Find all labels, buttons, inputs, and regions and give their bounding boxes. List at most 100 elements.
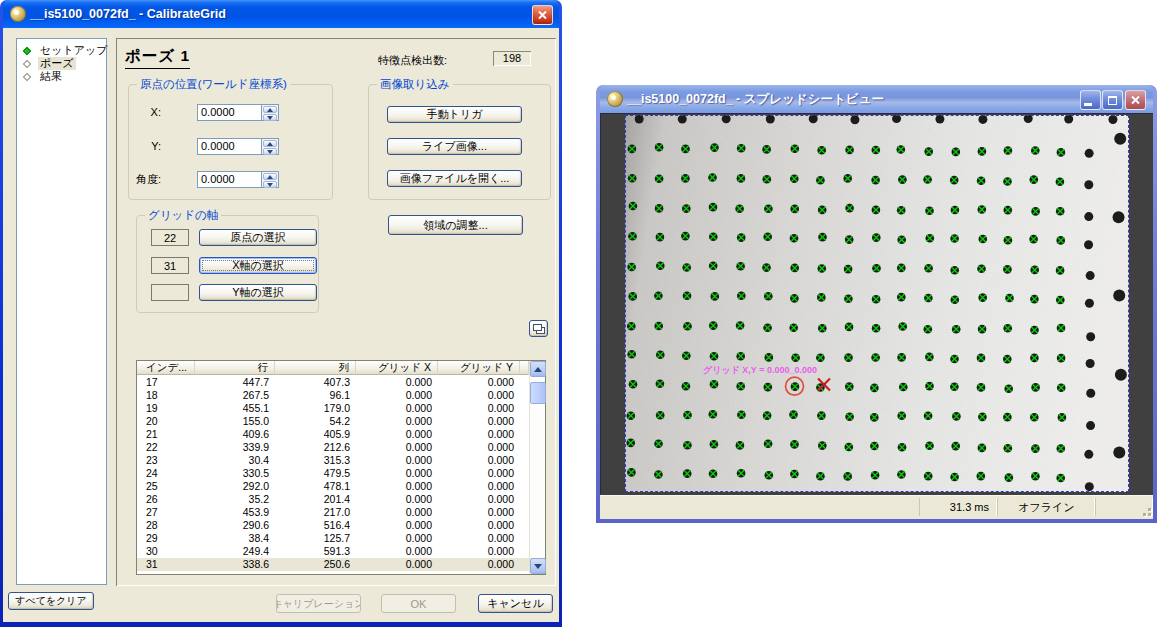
- cell: 0.000: [356, 493, 438, 506]
- cell: 405.9: [275, 428, 356, 441]
- tree-item-0[interactable]: セットアップ: [17, 44, 106, 57]
- table-row-29[interactable]: 2938.4125.70.0000.000: [137, 532, 529, 545]
- origin-field-input-0[interactable]: 0.0000: [197, 104, 262, 121]
- cell: 125.7: [275, 532, 356, 545]
- close-button[interactable]: [532, 5, 553, 25]
- table-row-20[interactable]: 20155.054.20.0000.000: [137, 415, 529, 428]
- minimize-button[interactable]: [1080, 90, 1101, 110]
- select-origin-button[interactable]: 原点の選択: [199, 229, 317, 246]
- open-image-file-button[interactable]: 画像ファイルを開く...: [387, 170, 522, 187]
- table-row-23[interactable]: 2330.4315.30.0000.000: [137, 454, 529, 467]
- cell: 478.1: [275, 480, 356, 493]
- spin-up-icon[interactable]: [263, 106, 277, 113]
- cell: 30: [137, 545, 195, 558]
- image-view-area[interactable]: グリッド X,Y = 0.000_0.000 31.3 ms オフライン: [600, 113, 1153, 519]
- origin-field-label-2: 角度:: [132, 171, 161, 188]
- table-scrollbar[interactable]: [529, 361, 545, 574]
- cancel-button[interactable]: キャンセル: [478, 594, 553, 613]
- column-header-1[interactable]: 行: [195, 361, 275, 375]
- ok-button[interactable]: OK: [381, 594, 456, 613]
- cell: 0.000: [356, 519, 438, 532]
- calibrate-titlebar[interactable]: __is5100_0072fd_ - CalibrateGrid: [3, 0, 559, 28]
- tree-item-label: ポーズ: [38, 57, 76, 70]
- cell: 447.7: [195, 376, 275, 389]
- cell: 30.4: [195, 454, 275, 467]
- origin-field-spinner-1[interactable]: [262, 138, 279, 155]
- table-header[interactable]: インデ...行列グリッド Xグリッド Y: [137, 361, 529, 375]
- spin-down-icon[interactable]: [263, 114, 277, 121]
- tree-item-label: セットアップ: [38, 44, 110, 57]
- table-row-31[interactable]: 31338.6250.60.0000.000: [137, 558, 529, 571]
- cell: 17: [137, 376, 195, 389]
- table-row-26[interactable]: 2635.2201.40.0000.000: [137, 493, 529, 506]
- clear-all-button[interactable]: すべてをクリア: [8, 592, 94, 610]
- cell: 0.000: [356, 545, 438, 558]
- cell: 453.9: [195, 506, 275, 519]
- table-row-17[interactable]: 17447.7407.30.0000.000: [137, 376, 529, 389]
- calibrate-grid-window: __is5100_0072fd_ - CalibrateGrid セットアップポ…: [0, 0, 562, 627]
- cell: 330.5: [195, 467, 275, 480]
- table-row-18[interactable]: 18267.596.10.0000.000: [137, 389, 529, 402]
- origin-field-spinner-2[interactable]: [262, 171, 279, 188]
- scroll-thumb[interactable]: [530, 382, 546, 404]
- cell: 35.2: [195, 493, 275, 506]
- table-row-19[interactable]: 19455.1179.00.0000.000: [137, 402, 529, 415]
- region-adjust-button[interactable]: 領域の調整...: [388, 215, 523, 235]
- table-row-27[interactable]: 27453.9217.00.0000.000: [137, 506, 529, 519]
- copy-view-button[interactable]: [529, 320, 548, 337]
- cell: 516.4: [275, 519, 356, 532]
- origin-group: 原点の位置(ワールド座標系) X:0.0000Y:0.0000角度:0.0000: [128, 84, 333, 200]
- cell: 0.000: [356, 480, 438, 493]
- spin-up-icon[interactable]: [263, 140, 277, 147]
- spin-up-icon[interactable]: [263, 173, 277, 180]
- scroll-up-button[interactable]: [530, 361, 546, 377]
- spin-down-icon[interactable]: [263, 181, 277, 188]
- manual-trigger-button[interactable]: 手動トリガ: [387, 106, 522, 123]
- tree-list[interactable]: セットアップポーズ結果: [16, 38, 107, 585]
- cell: 0.000: [356, 402, 438, 415]
- column-header-3[interactable]: グリッド X: [356, 361, 438, 375]
- cell: 23: [137, 454, 195, 467]
- table-row-28[interactable]: 28290.6516.40.0000.000: [137, 519, 529, 532]
- cell: 267.5: [195, 389, 275, 402]
- scroll-down-button[interactable]: [530, 558, 546, 574]
- capture-group: 画像取り込み 手動トリガライブ画像...画像ファイルを開く...: [368, 84, 551, 200]
- cell: 0.000: [438, 467, 520, 480]
- cell: 0.000: [438, 376, 520, 389]
- calibration-image[interactable]: グリッド X,Y = 0.000_0.000: [625, 115, 1129, 492]
- cell: 0.000: [438, 428, 520, 441]
- filled-diamond-icon: [23, 46, 31, 54]
- cell: 217.0: [275, 506, 356, 519]
- tree-item-1[interactable]: ポーズ: [17, 57, 106, 70]
- close-button-2[interactable]: [1125, 90, 1146, 110]
- tree-item-2[interactable]: 結果: [17, 70, 106, 83]
- origin-field-input-1[interactable]: 0.0000: [197, 138, 262, 155]
- column-header-4[interactable]: グリッド Y: [438, 361, 520, 375]
- select-y-axis-button[interactable]: Y軸の選択: [199, 284, 317, 301]
- table-row-21[interactable]: 21409.6405.90.0000.000: [137, 428, 529, 441]
- cell: 0.000: [356, 558, 438, 571]
- cell: 19: [137, 402, 195, 415]
- calibration-button[interactable]: キャリブレーション: [276, 594, 361, 613]
- table-row-24[interactable]: 24330.5479.50.0000.000: [137, 467, 529, 480]
- column-header-2[interactable]: 列: [275, 361, 356, 375]
- live-image-button[interactable]: ライブ画像...: [387, 138, 522, 155]
- table-row-25[interactable]: 25292.0478.10.0000.000: [137, 480, 529, 493]
- table-row-22[interactable]: 22339.9212.60.0000.000: [137, 441, 529, 454]
- cell: 0.000: [438, 454, 520, 467]
- spreadsheet-titlebar[interactable]: __is5100_0072fd_ - スプレッドシートビュー: [600, 85, 1153, 113]
- spin-down-icon[interactable]: [263, 148, 277, 155]
- select-x-axis-button[interactable]: X軸の選択: [199, 257, 317, 274]
- column-header-0[interactable]: インデ...: [137, 361, 195, 375]
- cell: 0.000: [438, 558, 520, 571]
- origin-field-spinner-0[interactable]: [262, 104, 279, 121]
- cell: 0.000: [438, 480, 520, 493]
- table-row-30[interactable]: 30249.4591.30.0000.000: [137, 545, 529, 558]
- resize-grip[interactable]: [1138, 503, 1151, 516]
- maximize-button[interactable]: [1102, 90, 1123, 110]
- cell: 155.0: [195, 415, 275, 428]
- origin-field-input-2[interactable]: 0.0000: [197, 171, 262, 188]
- origin-group-title: 原点の位置(ワールド座標系): [137, 77, 290, 91]
- cell: 38.4: [195, 532, 275, 545]
- cell: 26: [137, 493, 195, 506]
